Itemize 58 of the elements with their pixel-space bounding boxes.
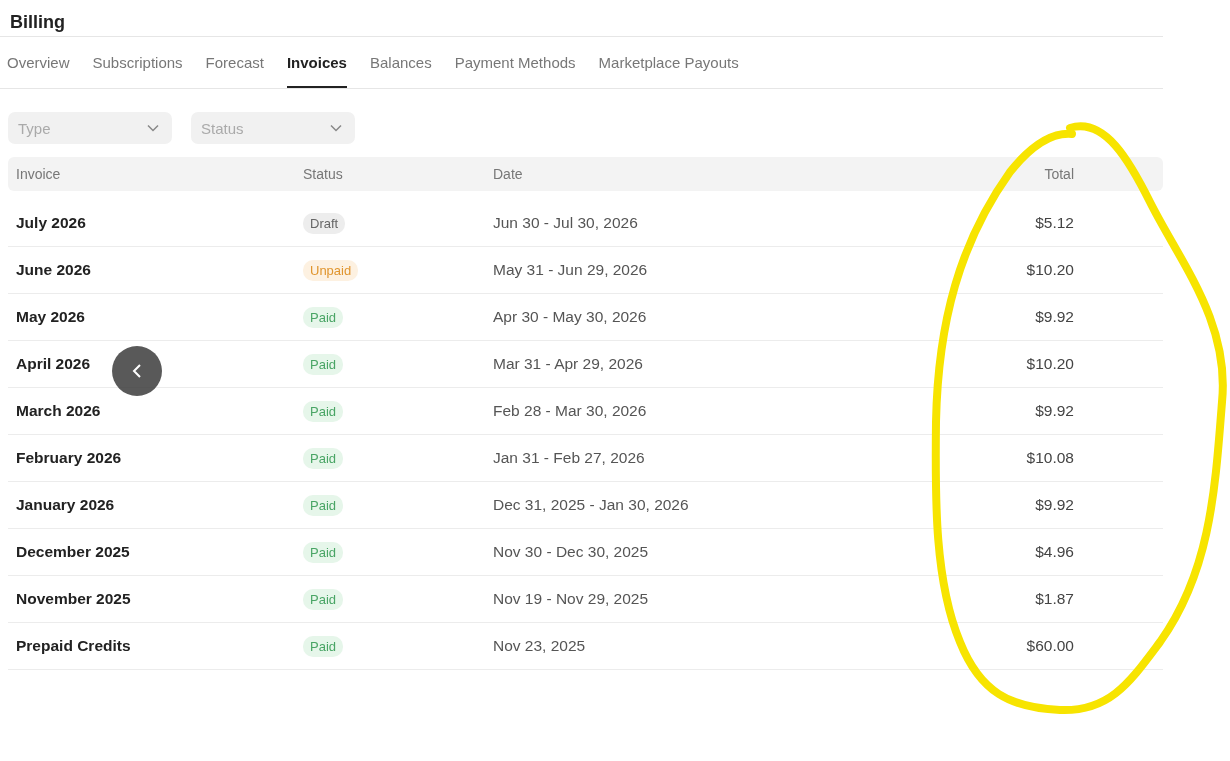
date-range: Nov 19 - Nov 29, 2025 [493, 590, 649, 608]
date-range: Apr 30 - May 30, 2026 [493, 308, 647, 326]
total-amount: $1.87 [1035, 590, 1074, 608]
date-range: Jun 30 - Jul 30, 2026 [493, 214, 638, 232]
date-range: Dec 31, 2025 - Jan 30, 2026 [493, 496, 689, 514]
tab[interactable]: Overview [7, 37, 70, 88]
tab[interactable]: Marketplace Payouts [598, 37, 739, 88]
invoice-name: April 2026 [16, 355, 91, 373]
tab[interactable]: Subscriptions [92, 37, 183, 88]
column-header: Status [303, 166, 343, 182]
total-amount: $4.96 [1035, 543, 1074, 561]
total-amount: $5.12 [1035, 214, 1074, 232]
status-badge: Paid [303, 353, 344, 375]
invoice-name: November 2025 [16, 590, 131, 608]
date-range: Nov 30 - Dec 30, 2025 [493, 543, 649, 561]
status-badge: Paid [303, 306, 344, 328]
status-badge: Paid [303, 400, 344, 422]
chevron-down-icon [330, 124, 342, 132]
total-amount: $10.20 [1026, 355, 1074, 373]
status-badge: Paid [303, 541, 344, 563]
date-range: Mar 31 - Apr 29, 2026 [493, 355, 643, 373]
date-range: May 31 - Jun 29, 2026 [493, 261, 648, 279]
tab[interactable]: Invoices [286, 37, 347, 88]
column-header: Total [1044, 166, 1074, 182]
page-title: Billing [0, 0, 1163, 37]
date-range: Jan 31 - Feb 27, 2026 [493, 449, 645, 467]
invoice-name: January 2026 [16, 496, 115, 514]
invoice-name: June 2026 [16, 261, 91, 279]
invoice-name: July 2026 [16, 214, 86, 232]
filter-dropdown[interactable]: Status [191, 112, 355, 144]
invoice-name: February 2026 [16, 449, 122, 467]
back-button[interactable] [112, 346, 162, 396]
column-header: Invoice [16, 166, 61, 182]
status-badge: Paid [303, 635, 344, 657]
tab[interactable]: Balances [369, 37, 432, 88]
date-range: Nov 23, 2025 [493, 637, 586, 655]
total-amount: $10.08 [1026, 449, 1074, 467]
total-amount: $9.92 [1035, 496, 1074, 514]
date-range: Feb 28 - Mar 30, 2026 [493, 402, 647, 420]
total-amount: $10.20 [1026, 261, 1074, 279]
status-badge: Paid [303, 494, 344, 516]
status-badge: Draft [303, 212, 346, 234]
tab[interactable]: Payment Methods [454, 37, 576, 88]
status-badge: Paid [303, 447, 344, 469]
filter-dropdown[interactable]: Type [8, 112, 172, 144]
chevron-down-icon [147, 124, 159, 132]
invoice-name: March 2026 [16, 402, 101, 420]
invoice-name: Prepaid Credits [16, 637, 131, 655]
invoice-name: May 2026 [16, 308, 85, 326]
total-amount: $9.92 [1035, 402, 1074, 420]
total-amount: $60.00 [1026, 637, 1074, 655]
chevron-left-icon [132, 363, 142, 379]
status-badge: Paid [303, 588, 344, 610]
total-amount: $9.92 [1035, 308, 1074, 326]
invoice-name: December 2025 [16, 543, 130, 561]
column-header: Date [493, 166, 523, 182]
status-badge: Unpaid [303, 259, 359, 281]
tab[interactable]: Forecast [205, 37, 264, 88]
